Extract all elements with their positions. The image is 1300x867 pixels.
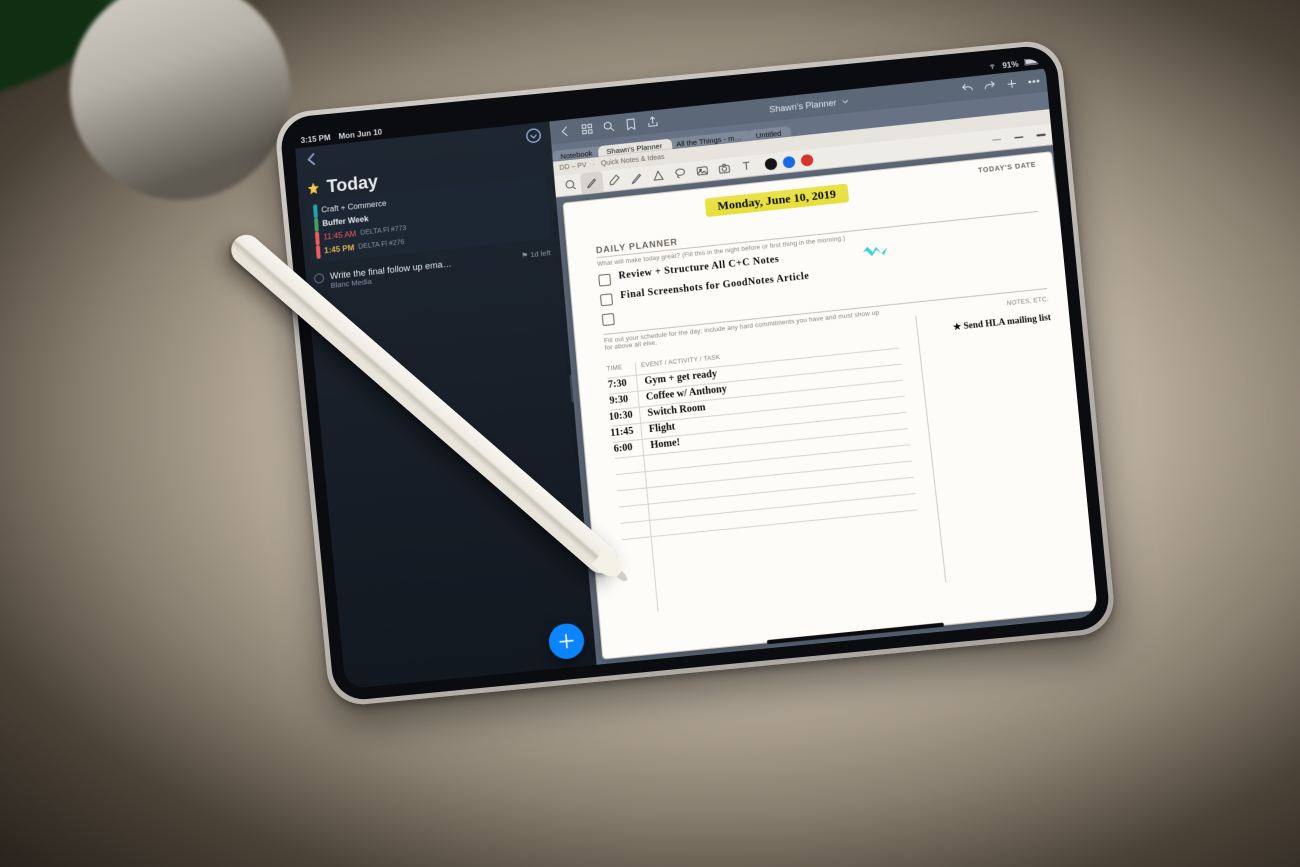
crumb-left: DD – PV <box>559 162 587 172</box>
status-date: Mon Jun 10 <box>338 127 382 140</box>
stroke-thick[interactable] <box>1028 123 1053 147</box>
pen-icon[interactable] <box>580 171 604 195</box>
scribble-mark <box>862 245 887 257</box>
bookmark-icon[interactable] <box>620 114 642 135</box>
wifi-icon <box>988 61 997 71</box>
sched-time: 6:00 <box>613 442 633 455</box>
more-icon[interactable] <box>1023 71 1046 92</box>
label-todays-date: TODAY'S DATE <box>978 162 1037 175</box>
star-icon <box>306 181 322 197</box>
sched-time: 9:30 <box>609 394 629 407</box>
shape-icon[interactable] <box>646 164 670 188</box>
grid-icon[interactable] <box>576 118 598 139</box>
sched-time: 10:30 <box>608 409 633 422</box>
todo-checkbox[interactable] <box>602 313 615 326</box>
stroke-thin[interactable] <box>984 128 1009 152</box>
checkbox-icon[interactable] <box>314 273 325 284</box>
battery-icon <box>1024 57 1041 68</box>
handwritten-date: Monday, June 10, 2019 <box>705 184 849 217</box>
highlighter-icon[interactable] <box>624 166 648 190</box>
label-notes: NOTES, ETC. <box>1006 296 1049 307</box>
expand-button[interactable] <box>524 126 544 147</box>
zoom-icon[interactable] <box>558 173 582 197</box>
todo-checkbox[interactable] <box>600 293 613 306</box>
todo-checkbox[interactable] <box>598 274 611 287</box>
add-page-icon[interactable] <box>1001 73 1023 94</box>
document-title[interactable]: Shawn's Planner <box>769 96 851 114</box>
color-blue[interactable] <box>782 155 795 168</box>
right-app-goodnotes: Shawn's Planner Notebook Shawn's Planner… <box>549 68 1098 666</box>
plus-icon <box>556 631 576 651</box>
text-icon[interactable] <box>734 154 758 178</box>
stroke-med[interactable] <box>1006 126 1031 150</box>
redo-icon[interactable] <box>978 76 1000 97</box>
status-battery: 91% <box>1002 59 1019 69</box>
sched-time: 7:30 <box>608 378 628 391</box>
sched-event: Flight <box>649 421 676 435</box>
back-button[interactable] <box>304 151 321 170</box>
note-text: ★ Send HLA mailing list <box>952 312 1051 333</box>
color-black[interactable] <box>764 157 777 170</box>
sched-time: 11:45 <box>610 426 634 439</box>
camera-icon[interactable] <box>712 157 736 181</box>
back-icon[interactable] <box>554 121 576 142</box>
undo-icon[interactable] <box>956 78 978 99</box>
eraser-icon[interactable] <box>602 168 626 192</box>
sched-event: Home! <box>650 437 680 451</box>
add-task-button[interactable] <box>548 622 586 661</box>
share-icon[interactable] <box>642 111 664 132</box>
label-time: TIME <box>606 364 622 373</box>
lasso-icon[interactable] <box>668 161 692 185</box>
search-icon[interactable] <box>598 116 620 137</box>
image-icon[interactable] <box>690 159 714 183</box>
color-red[interactable] <box>800 153 813 166</box>
planner-page[interactable]: TODAY'S DATE Monday, June 10, 2019 DAILY… <box>562 151 1098 659</box>
chevron-down-icon <box>840 96 851 107</box>
status-time: 3:15 PM <box>300 133 330 145</box>
